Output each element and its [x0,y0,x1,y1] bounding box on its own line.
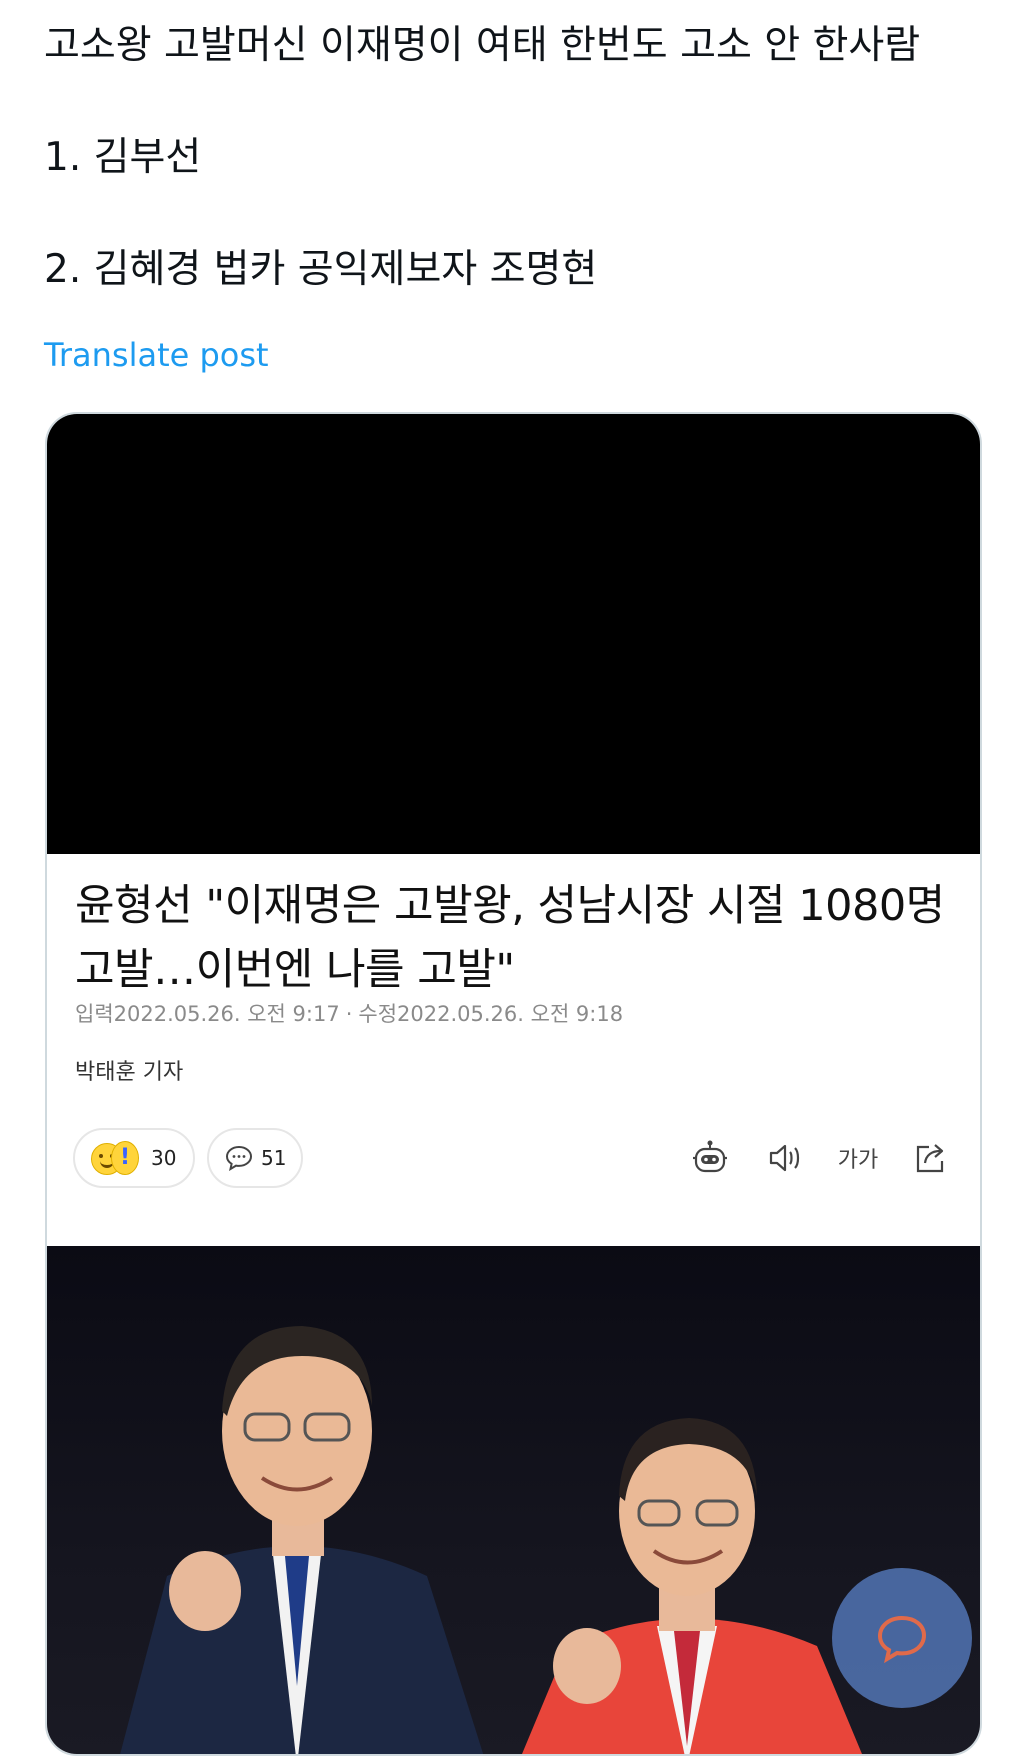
speaker-icon[interactable] [763,1136,807,1180]
reaction-button[interactable]: ! 30 [73,1128,195,1188]
post-text-line-1: 고소왕 고발머신 이재명이 여태 한번도 고소 안 한사람 [44,23,921,68]
article-card[interactable]: 윤형선 "이재명은 고발왕, 성남시장 시절 1080명 고발…이번엔 나를 고… [45,412,982,1756]
chat-float-icon [874,1612,930,1664]
reporter-name: 박태훈 기자 [75,1060,184,1085]
share-icon[interactable] [909,1136,953,1180]
robot-icon[interactable] [687,1136,733,1180]
translate-post-link[interactable]: Translate post [44,336,269,374]
chat-float-button[interactable] [832,1568,972,1708]
person-left-figure [120,1326,862,1754]
input-label: 입력 [75,1002,114,1026]
edit-time: 2022.05.26. 오전 9:18 [397,1002,624,1026]
post-text-line-2: 1. 김부선 [44,135,202,180]
comment-count: 51 [261,1146,287,1170]
meta-separator: · [345,1002,353,1026]
input-time: 2022.05.26. 오전 9:17 [113,1002,340,1026]
comment-bubble-icon [225,1145,253,1171]
article-headline: 윤형선 "이재명은 고발왕, 성남시장 시절 1080명 고발…이번엔 나를 고… [75,881,945,995]
video-area[interactable] [47,414,980,854]
edit-label: 수정 [358,1002,398,1026]
reaction-emoji-icon: ! [91,1141,141,1175]
reaction-count: 30 [151,1146,177,1170]
article-meta: 입력2022.05.26. 오전 9:17 · 수정2022.05.26. 오전 9… [75,998,623,1028]
font-size-icon[interactable]: 가가 [833,1136,883,1180]
comment-button[interactable]: 51 [207,1128,303,1188]
post-text-line-3: 2. 김혜경 법카 공익제보자 조명현 [44,247,598,292]
article-photo [47,1246,980,1754]
